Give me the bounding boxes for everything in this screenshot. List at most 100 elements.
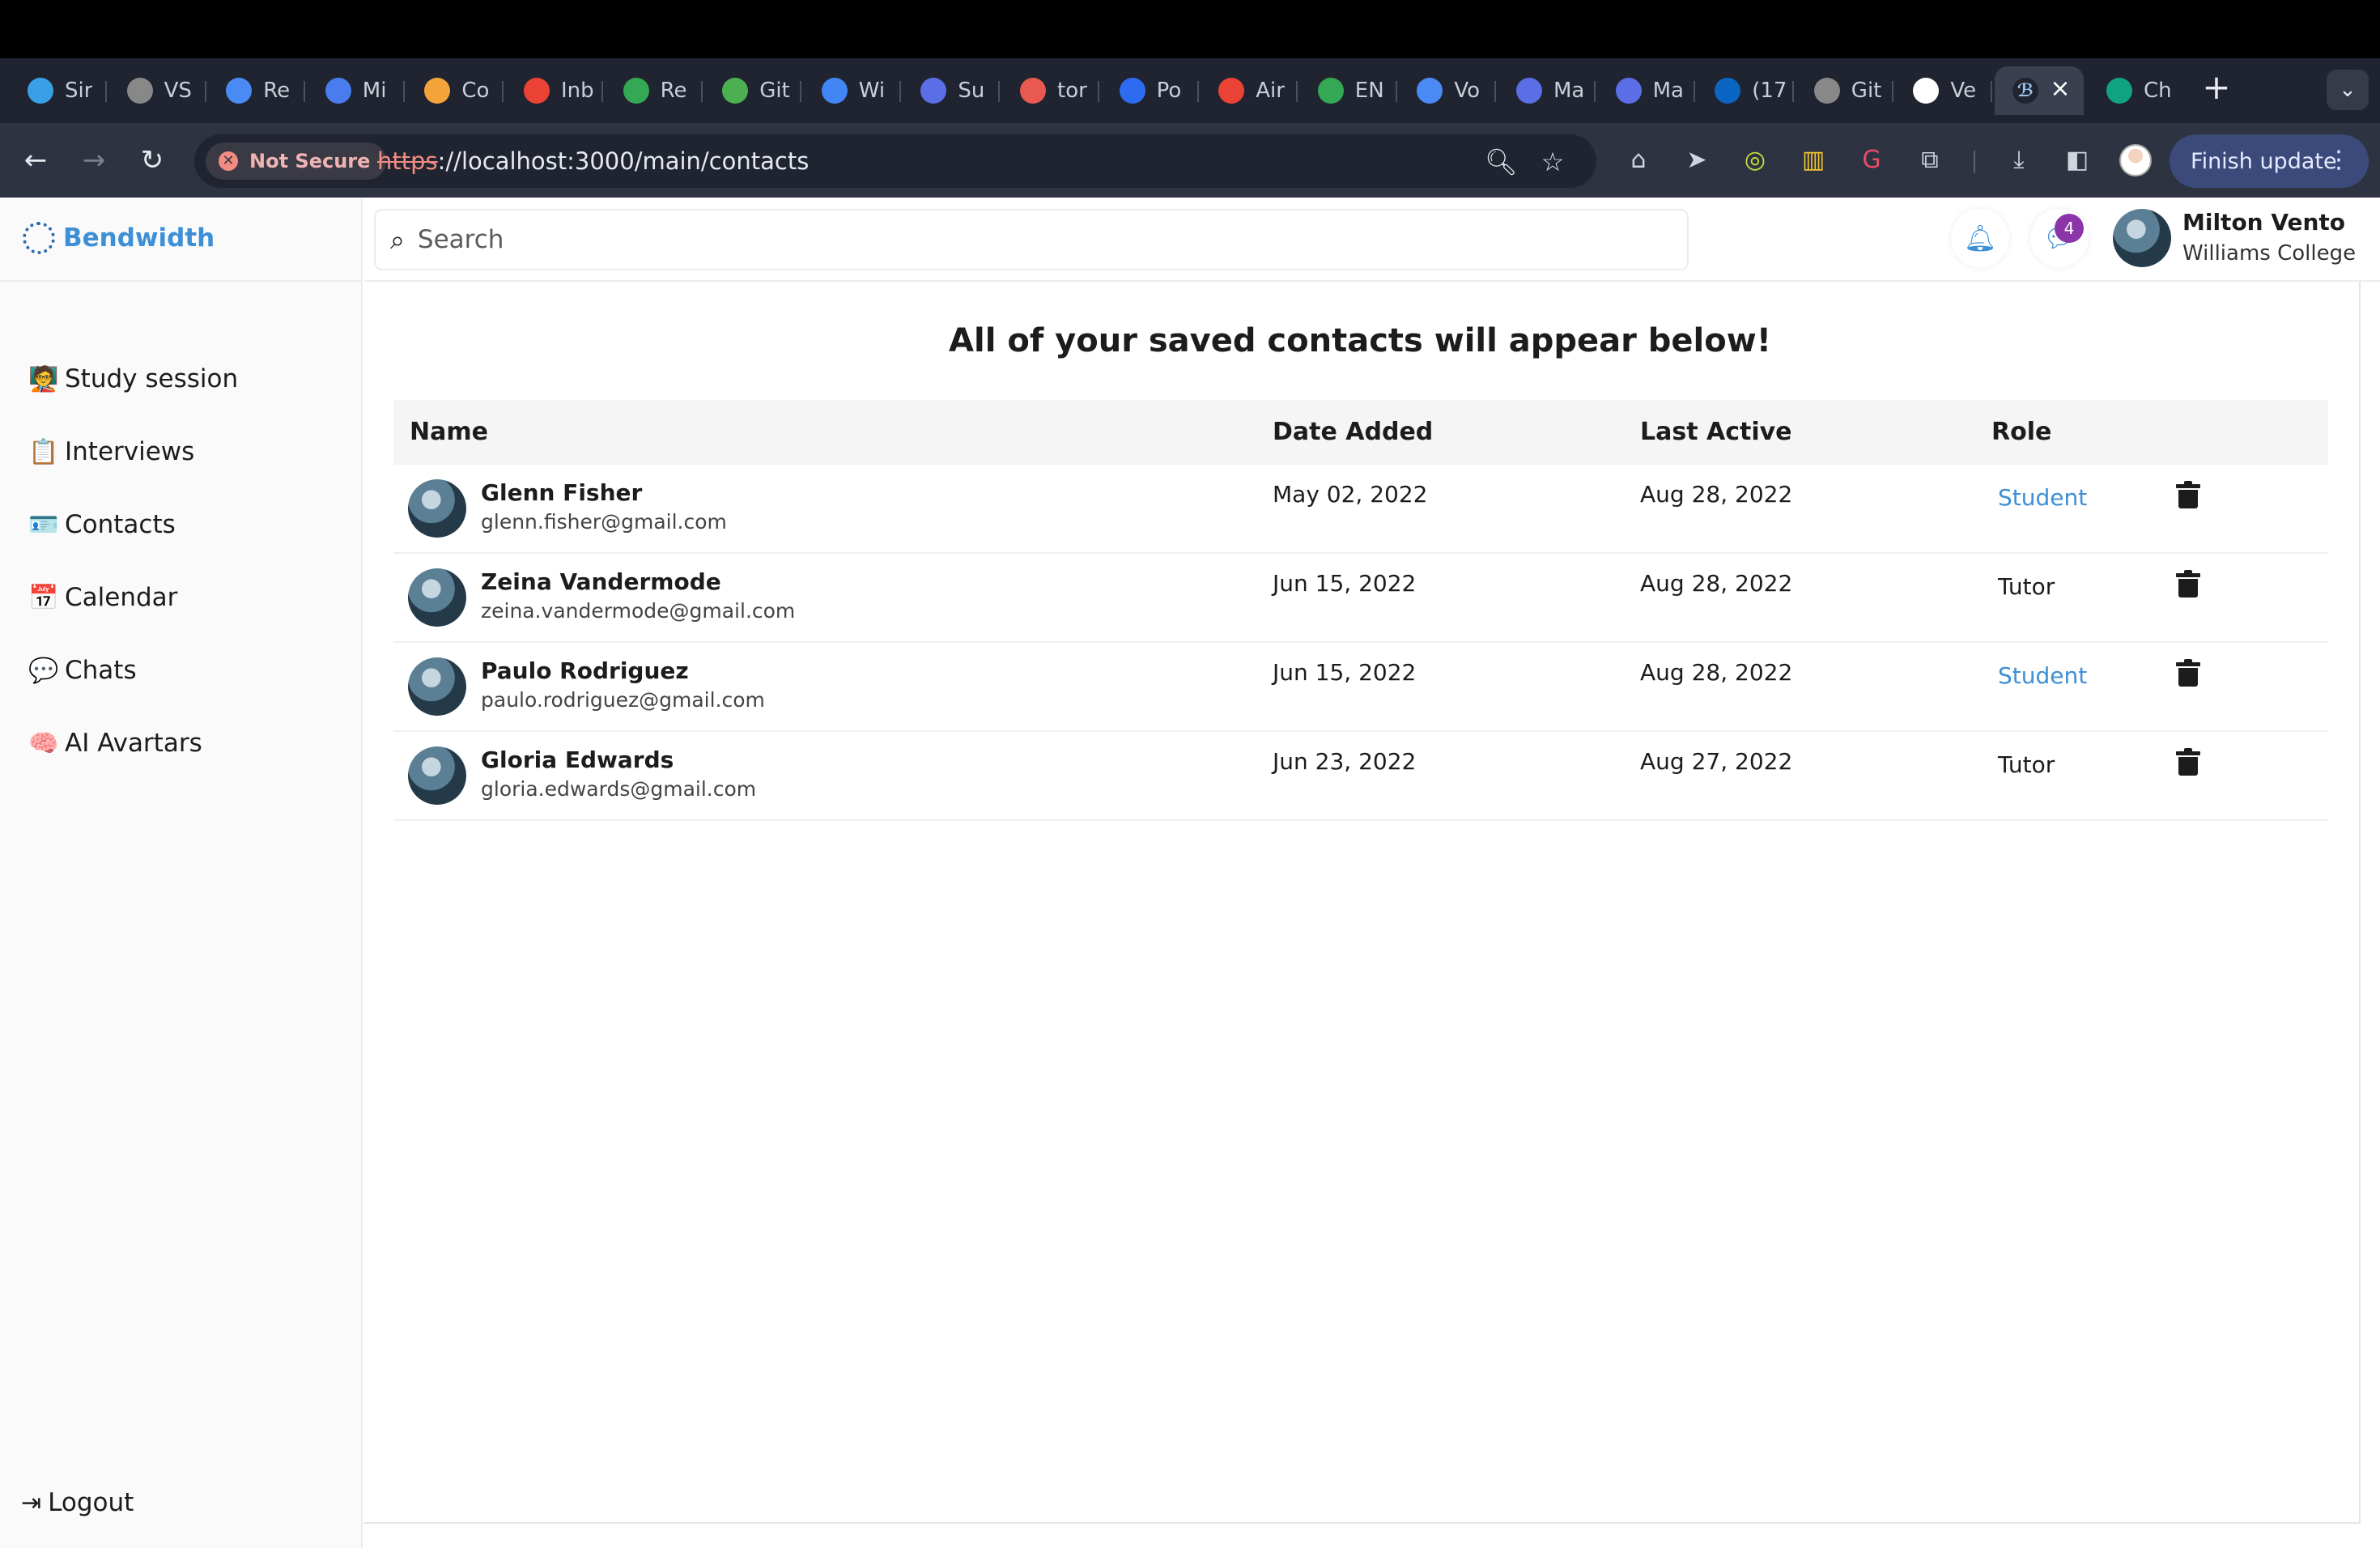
browser-tab[interactable]: Re: [606, 66, 701, 115]
tab-separator: [700, 81, 703, 102]
browser-tab[interactable]: Po: [1102, 66, 1197, 115]
trash-icon[interactable]: [2176, 748, 2200, 776]
avatar[interactable]: [408, 568, 466, 627]
tab-label: (17: [1752, 79, 1787, 103]
sidebar-item-ai-avartars[interactable]: 🧠 AI Avartars: [28, 729, 202, 758]
browser-tab[interactable]: VS: [109, 66, 205, 115]
user-avatar[interactable]: [2113, 209, 2171, 267]
home-extension-icon[interactable]: ⌂: [1622, 144, 1655, 176]
avatar[interactable]: [408, 479, 466, 538]
sidebar-item-label: Chats: [65, 656, 137, 685]
target-favicon: [1020, 78, 1046, 104]
chatgpt-favicon: [2106, 78, 2132, 104]
tab-label: Ve: [1950, 79, 1977, 103]
logout-button[interactable]: ⇥ Logout: [21, 1488, 134, 1517]
browser-tab[interactable]: Sir: [10, 66, 105, 115]
bookmark-star-icon[interactable]: ☆: [1536, 146, 1569, 178]
drive-favicon: [623, 78, 649, 104]
tab-active[interactable]: ℬ ×: [1995, 66, 2084, 115]
browser-tab[interactable]: Vo: [1399, 66, 1494, 115]
table-row[interactable]: Paulo Rodriguez paulo.rodriguez@gmail.com…: [393, 643, 2328, 732]
sidebar-item-study-session[interactable]: 🧑‍🏫 Study session: [28, 364, 238, 393]
browser-tab[interactable]: Wi: [804, 66, 899, 115]
browser-tab[interactable]: Inb: [506, 66, 601, 115]
browser-tab[interactable]: Git: [1796, 66, 1892, 115]
tab-search-button[interactable]: ⌄: [2327, 70, 2369, 110]
layers-favicon: [424, 78, 451, 104]
last-active: Aug 28, 2022: [1640, 659, 1793, 686]
notifications-button[interactable]: 🔔︎: [1951, 209, 2009, 267]
brand[interactable]: Bendwidth: [23, 222, 215, 254]
bolt-favicon: [28, 78, 53, 104]
tab-label: Ma: [1652, 79, 1684, 103]
close-icon[interactable]: ×: [2048, 77, 2072, 102]
tab-label: Sir: [65, 79, 93, 103]
page-title: All of your saved contacts will appear b…: [949, 322, 1771, 359]
download-icon[interactable]: ⤓: [2003, 144, 2035, 176]
sidebar-item-calendar[interactable]: 📅 Calendar: [28, 583, 177, 612]
back-arrow-icon[interactable]: ←: [16, 141, 55, 180]
target-extension-icon[interactable]: ◎: [1739, 144, 1771, 176]
side-panel-icon[interactable]: ◧: [2061, 144, 2093, 176]
contacts-panel: All of your saved contacts will appear b…: [364, 282, 2361, 1524]
search-input[interactable]: ⌕ Search: [374, 209, 1689, 270]
cursor-extension-icon[interactable]: ➤: [1681, 144, 1713, 176]
trash-icon[interactable]: [2176, 659, 2200, 687]
tab-label: Po: [1156, 79, 1182, 103]
avatar[interactable]: [408, 657, 466, 716]
browser-tab[interactable]: Co: [406, 66, 502, 115]
date-added: Jun 15, 2022: [1273, 659, 1417, 686]
clipboard-icon: 📋: [28, 437, 59, 466]
finish-update-button[interactable]: Finish update ⋮: [2170, 134, 2369, 188]
tab-label: Mi: [362, 79, 387, 103]
role-label[interactable]: Student: [1998, 484, 2087, 511]
trash-icon[interactable]: [2176, 481, 2200, 508]
sidebar-item-label: Contacts: [65, 510, 176, 539]
url-text[interactable]: https://localhost:3000/main/contacts: [377, 147, 809, 175]
not-secure-badge[interactable]: ✕ Not Secure: [206, 142, 387, 180]
browser-tab[interactable]: Ma: [1498, 66, 1594, 115]
reload-icon[interactable]: ↻: [133, 141, 172, 180]
contact-email: paulo.rodriguez@gmail.com: [481, 688, 765, 712]
tab-separator: [1395, 81, 1397, 102]
chart-extension-icon[interactable]: ▥: [1797, 144, 1830, 176]
table-row[interactable]: Gloria Edwards gloria.edwards@gmail.com Ju…: [393, 732, 2328, 821]
table-row[interactable]: Glenn Fisher glenn.fisher@gmail.com May 02…: [393, 465, 2328, 554]
sidebar-item-contacts[interactable]: 🪪 Contacts: [28, 510, 176, 539]
url-path: ://localhost:3000/main/contacts: [437, 147, 810, 175]
browser-profile-avatar[interactable]: [2119, 144, 2152, 176]
contact-name[interactable]: Glenn Fisher: [481, 479, 642, 506]
trash-icon[interactable]: [2176, 570, 2200, 598]
user-name: Milton Vento: [2182, 209, 2346, 236]
more-vert-icon[interactable]: ⋮: [2327, 146, 2351, 174]
forward-arrow-icon[interactable]: →: [74, 141, 113, 180]
browser-tab[interactable]: (17: [1697, 66, 1792, 115]
contact-name[interactable]: Paulo Rodriguez: [481, 657, 689, 684]
browser-tab[interactable]: Ch: [2089, 66, 2184, 115]
browser-tab[interactable]: Re: [208, 66, 304, 115]
tab-separator: [1891, 81, 1893, 102]
avatar[interactable]: [408, 746, 466, 805]
role-label[interactable]: Student: [1998, 662, 2087, 689]
zoom-magnifier-icon[interactable]: 🔍︎: [1485, 146, 1518, 178]
sidebar-item-chats[interactable]: 💬 Chats: [28, 656, 137, 685]
table-row[interactable]: Zeina Vandermode zeina.vandermode@gmail.c…: [393, 554, 2328, 643]
browser-tab[interactable]: Ma: [1598, 66, 1694, 115]
divider: [0, 280, 363, 282]
grammarly-extension-icon[interactable]: G: [1855, 144, 1888, 176]
browser-tab[interactable]: Su: [903, 66, 998, 115]
address-bar[interactable]: ✕ Not Secure https://localhost:3000/main…: [194, 134, 1596, 188]
contact-name[interactable]: Gloria Edwards: [481, 746, 674, 773]
browser-tab[interactable]: EN: [1300, 66, 1396, 115]
browser-tab[interactable]: Mi: [308, 66, 403, 115]
spinner-favicon: [1813, 78, 1840, 104]
new-tab-button[interactable]: +: [2199, 70, 2234, 107]
contact-name[interactable]: Zeina Vandermode: [481, 568, 721, 595]
browser-tab[interactable]: Ve: [1895, 66, 1991, 115]
sidebar-item-interviews[interactable]: 📋 Interviews: [28, 437, 194, 466]
browser-tab[interactable]: tor: [1002, 66, 1098, 115]
browser-tab[interactable]: Air: [1201, 66, 1296, 115]
browser-tab[interactable]: Git: [704, 66, 800, 115]
layers-favicon: [920, 78, 947, 104]
puzzle-extension-icon[interactable]: ⧉: [1914, 144, 1946, 176]
